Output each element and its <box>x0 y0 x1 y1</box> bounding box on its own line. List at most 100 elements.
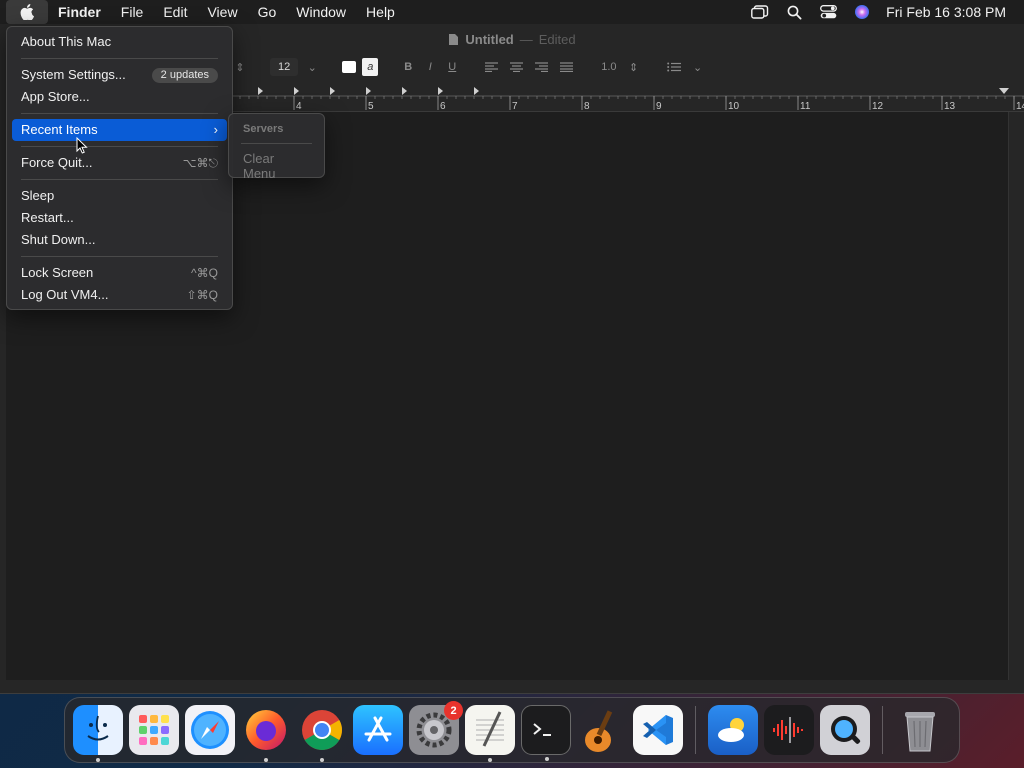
log-out-shortcut: ⇧⌘Q <box>186 288 218 302</box>
menu-view[interactable]: View <box>197 0 247 24</box>
clear-menu-item: Clear Menu <box>243 151 276 181</box>
recent-items-item[interactable]: Recent Items › <box>12 119 227 141</box>
menu-finder[interactable]: Finder <box>48 0 111 24</box>
align-left-icon[interactable] <box>482 58 501 76</box>
menu-window[interactable]: Window <box>286 0 356 24</box>
ruler-number: 13 <box>944 101 956 112</box>
siri-icon[interactable] <box>852 4 872 20</box>
launchpad-icon[interactable] <box>129 705 179 755</box>
sleep-label: Sleep <box>21 188 55 203</box>
menu-go[interactable]: Go <box>248 0 287 24</box>
mouse-cursor-icon <box>76 137 88 154</box>
system-settings-label: System Settings... <box>21 67 126 82</box>
about-this-mac-item[interactable]: About This Mac <box>12 31 227 53</box>
font-size-field[interactable]: 12 <box>270 58 299 76</box>
finder-icon[interactable] <box>73 705 123 762</box>
voice-memos-icon[interactable] <box>764 705 814 755</box>
apple-logo-icon <box>20 4 34 20</box>
bold-button[interactable]: B <box>400 58 416 76</box>
control-center-icon[interactable] <box>818 4 838 20</box>
textedit-icon[interactable] <box>465 705 515 762</box>
italic-button[interactable]: I <box>422 58 438 76</box>
highlight-color-icon[interactable]: a <box>362 58 379 76</box>
force-quit-label: Force Quit... <box>21 155 93 170</box>
tab-stop-marker[interactable] <box>366 87 371 95</box>
tab-stop-marker[interactable] <box>330 87 335 95</box>
garageband-icon[interactable] <box>577 705 627 755</box>
right-margin-marker[interactable] <box>999 88 1009 94</box>
menu-separator <box>21 179 218 180</box>
line-spacing-field[interactable]: 1.0 <box>598 58 619 76</box>
sleep-item[interactable]: Sleep <box>12 185 227 207</box>
app-store-item[interactable]: App Store... <box>12 86 227 108</box>
shut-down-label: Shut Down... <box>21 232 96 247</box>
ruler-number: 4 <box>296 101 302 112</box>
app-store-label: App Store... <box>21 89 90 104</box>
vertical-scrollbar[interactable] <box>1008 112 1024 680</box>
updates-badge: 2 updates <box>151 67 218 83</box>
chevron-right-icon: › <box>213 122 218 137</box>
log-out-item[interactable]: Log Out VM4... ⇧⌘Q <box>12 284 227 306</box>
justify-icon[interactable] <box>557 58 576 76</box>
apple-dropdown-menu: About This Mac System Settings... 2 upda… <box>6 26 233 310</box>
shut-down-item[interactable]: Shut Down... <box>12 229 227 251</box>
log-out-label: Log Out VM4... <box>21 287 109 302</box>
list-dropdown-icon[interactable]: ⌄ <box>690 58 706 76</box>
tab-stop-marker[interactable] <box>438 87 443 95</box>
safari-icon[interactable] <box>185 705 235 755</box>
line-spacing-stepper[interactable]: ⇕ <box>626 58 642 76</box>
vscode-icon[interactable] <box>633 705 683 755</box>
format-toolbar: ⇕ 12 ⌄ a B I U 1.0 ⇕ ⌄ <box>232 56 1022 78</box>
menu-edit[interactable]: Edit <box>153 0 197 24</box>
document-icon <box>449 33 459 45</box>
tab-stop-marker[interactable] <box>258 87 263 95</box>
ruler-number: 5 <box>368 101 374 112</box>
underline-button[interactable]: U <box>444 58 460 76</box>
chrome-icon[interactable] <box>297 705 347 762</box>
firefox-icon[interactable] <box>241 705 291 762</box>
window-title: Untitled <box>465 31 514 47</box>
notification-badge: 2 <box>444 701 463 720</box>
ruler-number: 11 <box>800 101 811 112</box>
ruler-number: 12 <box>872 101 884 112</box>
menu-help[interactable]: Help <box>356 0 405 24</box>
menu-clock[interactable]: Fri Feb 16 3:08 PM <box>886 4 1006 20</box>
app-store-icon[interactable] <box>353 705 403 755</box>
menu-file[interactable]: File <box>111 0 154 24</box>
submenu-separator <box>241 143 312 144</box>
restart-label: Restart... <box>21 210 74 225</box>
search-icon[interactable] <box>784 4 804 20</box>
apple-menu-button[interactable] <box>6 0 48 24</box>
align-center-icon[interactable] <box>507 58 526 76</box>
weather-icon[interactable] <box>708 705 758 755</box>
tab-stop-marker[interactable] <box>474 87 479 95</box>
running-indicator <box>545 757 549 761</box>
ruler-number: 10 <box>728 101 740 112</box>
ruler-number: 8 <box>584 101 590 112</box>
ruler[interactable]: 4 5 6 7 8 9 10 11 12 13 14 <box>232 82 1024 112</box>
system-settings-item[interactable]: System Settings... 2 updates <box>12 64 227 86</box>
tab-stop-marker[interactable] <box>402 87 407 95</box>
dock-divider <box>882 706 883 754</box>
tab-stop-marker[interactable] <box>294 87 299 95</box>
restart-item[interactable]: Restart... <box>12 207 227 229</box>
ruler-number: 6 <box>440 101 446 112</box>
running-indicator <box>320 758 324 762</box>
lock-screen-item[interactable]: Lock Screen ^⌘Q <box>12 262 227 284</box>
force-quit-item[interactable]: Force Quit... ⌥⌘⎋ <box>12 152 227 174</box>
system-settings-icon[interactable]: 2 <box>409 701 463 755</box>
servers-heading: Servers <box>243 123 284 135</box>
quicktime-icon[interactable] <box>820 705 870 755</box>
align-right-icon[interactable] <box>532 58 551 76</box>
terminal-icon[interactable] <box>521 705 571 761</box>
menu-bar: Finder File Edit View Go Window Help Fri… <box>0 0 1024 24</box>
dock: 2 <box>64 697 960 763</box>
trash-icon[interactable] <box>895 705 945 755</box>
font-size-dropdown-icon[interactable]: ⌄ <box>304 58 320 76</box>
font-style-stepper[interactable]: ⇕ <box>232 58 248 76</box>
title-separator: — <box>519 31 533 47</box>
text-color-swatch[interactable] <box>342 61 357 73</box>
stage-manager-icon[interactable] <box>750 4 770 20</box>
list-bullets-icon[interactable] <box>664 58 684 76</box>
running-indicator <box>96 758 100 762</box>
